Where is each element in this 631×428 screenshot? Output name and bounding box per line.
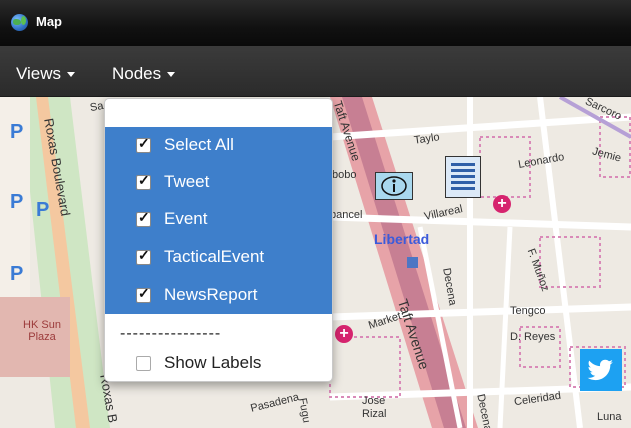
- views-menu[interactable]: Views: [16, 64, 76, 84]
- menu-item-label: Show Labels: [164, 353, 262, 372]
- checkbox-event[interactable]: [136, 209, 151, 227]
- menu-item-event[interactable]: Event: [136, 207, 207, 231]
- menu-item-label: Select All: [164, 135, 234, 154]
- window-title: Map: [36, 14, 62, 29]
- title-bar: Map: [0, 0, 631, 46]
- street-label: Jose Rizal: [362, 395, 387, 420]
- menu-separator: ----------------: [120, 325, 222, 342]
- street-label: Sa: [89, 99, 105, 115]
- hospital-icon: +: [493, 195, 511, 213]
- twitter-bird-icon: [587, 359, 613, 381]
- caret-down-icon: [67, 72, 76, 78]
- parking-icon: P: [36, 199, 50, 221]
- caret-down-icon: [167, 72, 176, 78]
- nodes-menu-label: Nodes: [112, 64, 162, 83]
- street-label: Luna: [597, 411, 622, 423]
- menu-item-label: Tweet: [164, 172, 210, 191]
- menu-bar: Views Nodes: [0, 46, 631, 97]
- street-label: D. Reyes: [510, 331, 556, 343]
- menu-item-news-report[interactable]: NewsReport: [136, 283, 258, 307]
- checkbox-tweet[interactable]: [136, 172, 151, 190]
- nodes-dropdown-menu: Select All Tweet Event TacticalEvent New…: [104, 98, 333, 382]
- checkbox-select-all[interactable]: [136, 135, 151, 153]
- menu-item-tweet[interactable]: Tweet: [136, 170, 209, 194]
- event-marker-icon[interactable]: [375, 172, 413, 200]
- checkbox-news-report[interactable]: [136, 285, 151, 303]
- street-label: pancel: [330, 209, 363, 221]
- menu-item-label: TacticalEvent: [164, 247, 265, 266]
- views-menu-label: Views: [16, 64, 62, 83]
- parking-icon: P: [10, 121, 24, 143]
- document-lines-icon: [451, 163, 475, 190]
- street-label: Tengco: [510, 305, 546, 317]
- place-label-hk-sun-plaza: HK Sun Plaza: [23, 319, 61, 343]
- info-icon: [381, 176, 407, 196]
- menu-item-label: NewsReport: [164, 285, 258, 304]
- parking-icon: P: [10, 191, 24, 213]
- parking-icon: P: [10, 263, 24, 285]
- globe-icon: [11, 14, 28, 31]
- street-label: bobo: [332, 169, 357, 181]
- checkbox-tactical-event[interactable]: [136, 247, 151, 265]
- tweet-marker-icon[interactable]: [580, 349, 622, 391]
- menu-item-tactical-event[interactable]: TacticalEvent: [136, 245, 264, 269]
- map-window: Map Views Nodes P P P P Roxas Boulevard …: [0, 0, 631, 428]
- menu-item-show-labels[interactable]: Show Labels: [136, 351, 261, 375]
- hospital-icon: +: [335, 325, 353, 343]
- menu-item-select-all[interactable]: Select All: [136, 133, 234, 157]
- checkbox-show-labels[interactable]: [136, 355, 151, 371]
- news-report-marker-icon[interactable]: [445, 156, 481, 198]
- menu-item-label: Event: [164, 209, 208, 228]
- nodes-menu[interactable]: Nodes: [112, 64, 176, 84]
- place-label-libertad: Libertad: [374, 231, 430, 247]
